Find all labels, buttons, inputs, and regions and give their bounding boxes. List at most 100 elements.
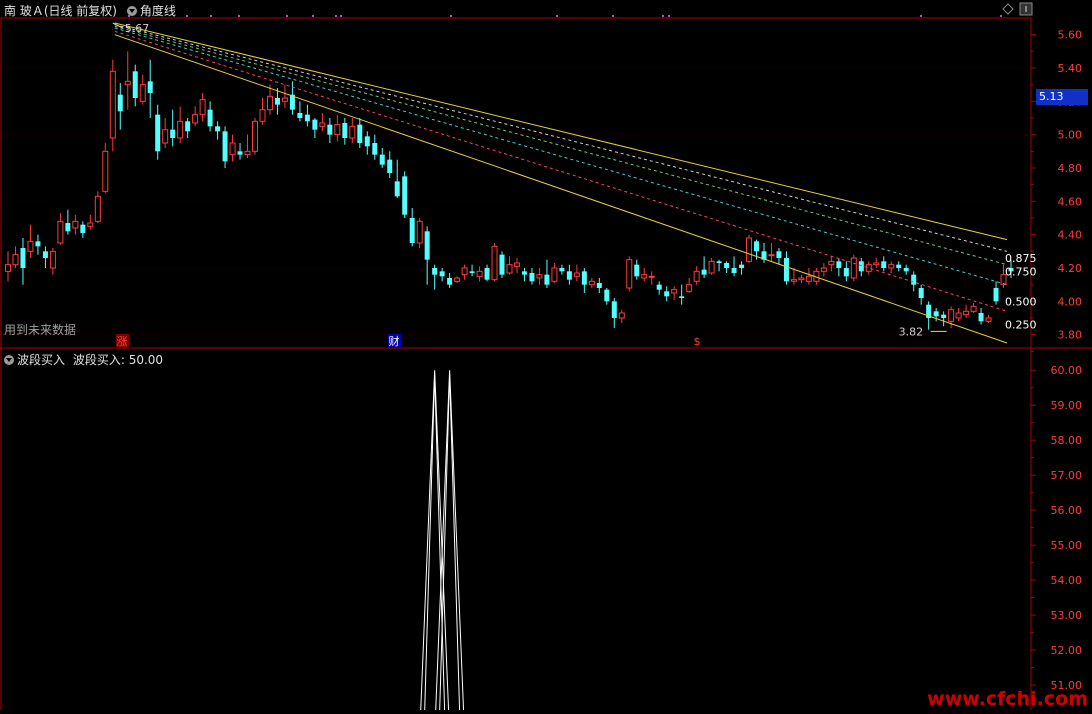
top-marker-dot xyxy=(186,15,188,17)
candle-body xyxy=(35,241,41,247)
candle-body xyxy=(671,289,678,294)
top-marker-dot xyxy=(450,15,452,17)
candle-body xyxy=(387,159,393,173)
candle-body xyxy=(484,268,490,280)
chart-svg: 5.605.405.205.004.804.604.404.204.003.80… xyxy=(0,2,1092,713)
top-marker-dot xyxy=(668,15,670,17)
candle-body xyxy=(754,241,760,252)
candle-body xyxy=(124,80,131,86)
sub-y-tick-label: 52.00 xyxy=(1051,644,1083,657)
candle-body xyxy=(432,268,438,275)
candle-body xyxy=(798,277,805,281)
candle-body xyxy=(746,237,753,262)
candle-body xyxy=(297,113,303,118)
chart-stage: 5.605.405.205.004.804.604.404.204.003.80… xyxy=(0,0,1092,713)
candle-body xyxy=(469,271,475,273)
candle-body xyxy=(42,251,48,258)
candle-body xyxy=(641,274,648,279)
candle-body xyxy=(155,114,161,152)
candle-body xyxy=(544,274,550,285)
candle-body xyxy=(551,267,558,282)
candle-body xyxy=(896,264,902,268)
event-marker: 财 xyxy=(389,334,400,348)
candle-body xyxy=(993,288,999,302)
candle-body xyxy=(185,121,191,132)
candle-body xyxy=(304,114,310,122)
candle-body xyxy=(768,254,775,257)
candle-body xyxy=(87,222,94,227)
candle-body xyxy=(664,291,670,297)
main-y-tick-label: 4.80 xyxy=(1058,162,1083,175)
sub-y-tick-label: 57.00 xyxy=(1051,469,1083,482)
fib-level-label: 0.875 xyxy=(1005,252,1037,265)
candle-body xyxy=(20,248,26,268)
candle-body xyxy=(536,274,543,279)
candle-body xyxy=(686,284,693,292)
top-marker-dot xyxy=(1000,15,1002,17)
main-y-tick-label: 4.40 xyxy=(1058,229,1083,242)
candle-body xyxy=(739,264,745,268)
main-y-tick-label: 5.00 xyxy=(1058,129,1083,142)
candle-body xyxy=(454,277,461,282)
candle-body xyxy=(850,257,857,279)
candle-body xyxy=(843,268,849,277)
top-marker-dot xyxy=(662,15,664,17)
main-y-tick-label: 5.40 xyxy=(1058,62,1083,75)
candle-body xyxy=(439,271,445,277)
candle-body xyxy=(955,312,962,319)
top-marker-dot xyxy=(286,15,288,17)
angle-line xyxy=(114,25,1008,266)
candle-body xyxy=(566,271,572,280)
dropdown-circle-icon[interactable] xyxy=(126,6,137,16)
candle-body xyxy=(229,142,236,156)
main-y-tick-label: 4.60 xyxy=(1058,195,1083,208)
event-marker: 涨 xyxy=(117,335,128,348)
top-marker-dot xyxy=(238,15,240,17)
candle-body xyxy=(416,220,423,244)
candle-body xyxy=(342,123,348,138)
candle-body xyxy=(65,223,71,232)
angle-line xyxy=(114,24,1008,252)
angle-line xyxy=(114,27,1008,286)
sub-header: 波段买入 波段买入: 50.00 xyxy=(4,351,163,368)
top-marker-dot xyxy=(556,15,558,17)
candle-body xyxy=(529,273,535,282)
candle-body xyxy=(716,261,722,263)
candle-body xyxy=(858,261,864,272)
candle-body xyxy=(327,124,333,135)
candle-body xyxy=(312,119,318,130)
main-y-tick-label: 5.60 xyxy=(1058,29,1083,42)
candle-body xyxy=(679,296,685,298)
candle-body xyxy=(559,268,565,272)
candle-body xyxy=(888,264,895,269)
top-marker-dot xyxy=(340,15,342,17)
sub-y-tick-label: 56.00 xyxy=(1051,504,1083,517)
candle-body xyxy=(266,95,273,111)
dropdown-circle-icon[interactable] xyxy=(4,355,14,365)
candle-body xyxy=(491,245,498,281)
candle-body xyxy=(476,270,483,277)
candle-body xyxy=(364,136,370,147)
candle-body xyxy=(618,312,625,319)
candle-body xyxy=(192,114,199,124)
candle-body xyxy=(349,125,356,139)
candle-body xyxy=(394,181,400,197)
candle-body xyxy=(648,275,655,278)
high-label: 5.67 xyxy=(125,22,150,35)
candle-body xyxy=(978,313,984,322)
fib-level-label: 0.750 xyxy=(1005,265,1037,278)
top-marker-dot xyxy=(312,15,314,17)
candle-body xyxy=(274,98,280,105)
sub-indicator-name[interactable]: 波段买入 xyxy=(17,353,65,367)
main-plot-frame xyxy=(0,17,1032,349)
sub-y-tick-label: 54.00 xyxy=(1051,574,1083,587)
candle-body xyxy=(828,260,835,266)
low-label: 3.82 xyxy=(899,325,924,338)
indicator-name[interactable]: 角度线 xyxy=(140,4,176,18)
candle-body xyxy=(80,224,86,233)
candle-body xyxy=(147,81,153,93)
candle-body xyxy=(27,240,34,252)
candle-body xyxy=(424,231,430,260)
candle-body xyxy=(865,264,872,272)
fib-level-label: 0.250 xyxy=(1005,319,1037,332)
